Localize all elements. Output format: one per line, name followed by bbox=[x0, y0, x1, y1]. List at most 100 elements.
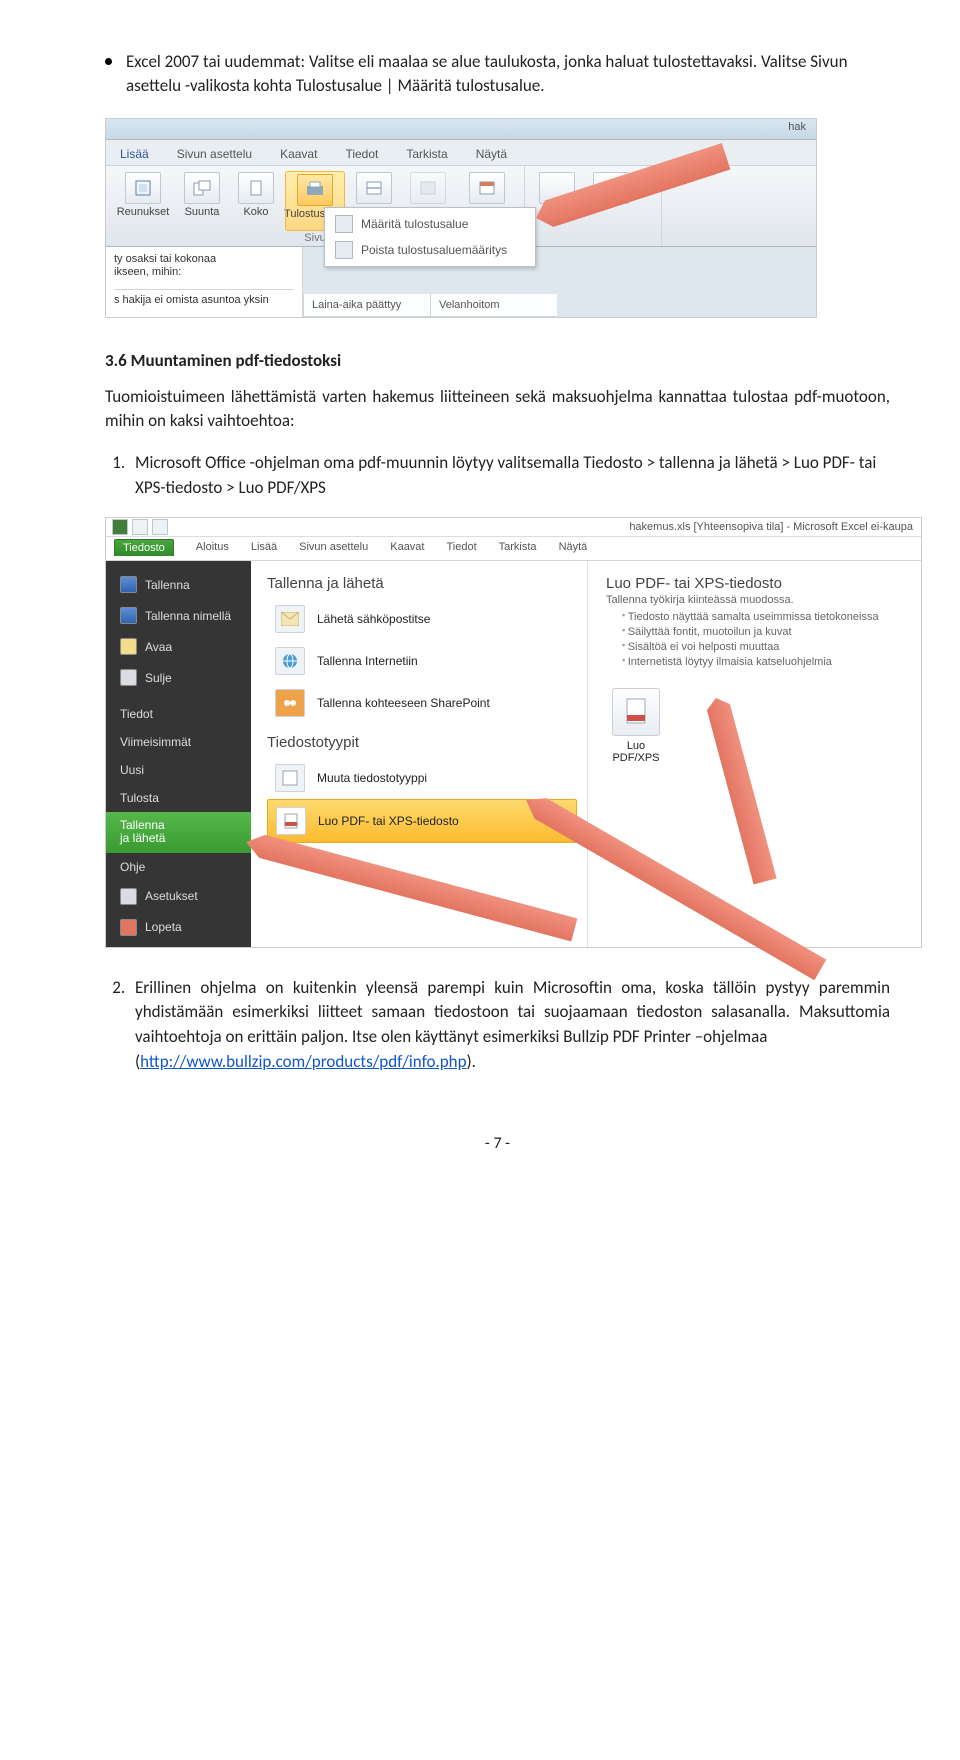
ribbon-tabs-2: Tiedosto Aloitus Lisää Sivun asettelu Ka… bbox=[106, 537, 921, 561]
save-icon bbox=[120, 576, 137, 593]
sidebar-label: Tulosta bbox=[120, 791, 159, 805]
bullet-dot-icon bbox=[105, 58, 112, 65]
sidebar-tiedot[interactable]: Tiedot bbox=[106, 693, 251, 728]
tab-lisaa[interactable]: Lisää bbox=[118, 144, 151, 165]
sidebar-label: Avaa bbox=[145, 640, 172, 654]
set-area-icon bbox=[335, 215, 353, 233]
bullet-text: Excel 2007 tai uudemmat: Valitse eli maa… bbox=[126, 50, 890, 98]
pdf-xps-icon bbox=[612, 688, 660, 736]
window-titlebar: hak bbox=[106, 119, 816, 140]
sidebar-label: Sulje bbox=[145, 671, 172, 685]
breaks-icon bbox=[356, 172, 392, 204]
tab-tarkista[interactable]: Tarkista bbox=[404, 144, 449, 165]
size-icon bbox=[238, 172, 274, 204]
tab-tarkista-2[interactable]: Tarkista bbox=[499, 539, 537, 556]
globe-icon bbox=[275, 647, 305, 675]
right-bullet-2: Säilyttää fontit, muotoilun ja kuvat bbox=[622, 625, 909, 640]
print-titles-icon bbox=[469, 172, 505, 204]
mid-heading-tallenna-laheta: Tallenna ja lähetä bbox=[267, 575, 577, 592]
opt-label: Tallenna kohteeseen SharePoint bbox=[317, 696, 490, 710]
suunta-label: Suunta bbox=[185, 207, 220, 219]
print-area-icon bbox=[297, 174, 333, 206]
luo-pdf-xps-button[interactable]: Luo PDF/XPS bbox=[606, 688, 666, 764]
bullzip-link[interactable]: http://www.bullzip.com/products/pdf/info… bbox=[140, 1051, 466, 1072]
koko-button[interactable]: Koko bbox=[232, 172, 280, 230]
mid-heading-tiedostotyypit: Tiedostotyypit bbox=[267, 734, 577, 751]
opt-label: Lähetä sähköpostitse bbox=[317, 612, 430, 626]
gear-icon bbox=[120, 888, 137, 905]
tab-sivun-asettelu[interactable]: Sivun asettelu bbox=[175, 144, 254, 165]
right-bullet-4: Internetistä löytyy ilmaisia katseluohje… bbox=[622, 655, 909, 670]
sidebar-label: Uusi bbox=[120, 763, 144, 777]
tab-tiedot-2[interactable]: Tiedot bbox=[446, 539, 476, 556]
pdf-icon bbox=[276, 807, 306, 835]
orientation-icon bbox=[184, 172, 220, 204]
background-icon bbox=[410, 172, 446, 204]
intro-paragraph: Tuomioistuimeen lähettämistä varten hake… bbox=[105, 385, 890, 434]
reunukset-button[interactable]: Reunukset bbox=[114, 172, 172, 230]
koko-label: Koko bbox=[243, 207, 268, 219]
sidebar-label: Tallenna nimellä bbox=[145, 609, 231, 623]
sidebar-label: Tallenna ja lähetä bbox=[120, 819, 165, 845]
sidebar-ohje[interactable]: Ohje bbox=[106, 853, 251, 881]
suunta-button[interactable]: Suunta bbox=[178, 172, 226, 230]
right-subtitle: Tallenna työkirja kiinteässä muodossa. bbox=[606, 594, 909, 606]
sidebar-tallenna-nimella[interactable]: Tallenna nimellä bbox=[106, 600, 251, 631]
titlebar-fragment: hak bbox=[788, 121, 806, 133]
right-bullet-1: Tiedosto näyttää samalta useimmissa tiet… bbox=[622, 610, 909, 625]
screenshot-excel-backstage: hakemus.xls [Yhteensopiva tila] - Micros… bbox=[105, 517, 922, 947]
tab-aloitus[interactable]: Aloitus bbox=[196, 539, 229, 556]
step2-text: Erillinen ohjelma on kuitenkin yleensä p… bbox=[135, 977, 890, 1047]
left-cell: ty osaksi tai kokonaa ikseen, mihin: s h… bbox=[106, 247, 303, 317]
tab-nayta[interactable]: Näytä bbox=[474, 144, 509, 165]
sidebar-avaa[interactable]: Avaa bbox=[106, 631, 251, 662]
menu-set-print-area[interactable]: Määritä tulostusalue bbox=[325, 211, 535, 237]
opt-sharepoint[interactable]: Tallenna kohteeseen SharePoint bbox=[267, 682, 577, 724]
screenshot-excel-ribbon: hak Lisää Sivun asettelu Kaavat Tiedot T… bbox=[105, 118, 817, 318]
tab-tiedot[interactable]: Tiedot bbox=[343, 144, 380, 165]
sidebar-asetukset[interactable]: Asetukset bbox=[106, 881, 251, 912]
tab-kaavat-2[interactable]: Kaavat bbox=[390, 539, 424, 556]
tab-nayta-2[interactable]: Näytä bbox=[559, 539, 588, 556]
sidebar-label: Ohje bbox=[120, 860, 145, 874]
sidebar-label: Viimeisimmät bbox=[120, 735, 191, 749]
tab-lisaa-2[interactable]: Lisää bbox=[251, 539, 277, 556]
right-heading: Luo PDF- tai XPS-tiedosto bbox=[606, 575, 909, 592]
sidebar-sulje[interactable]: Sulje bbox=[106, 662, 251, 693]
opt-email[interactable]: Lähetä sähköpostitse bbox=[267, 598, 577, 640]
backstage-sidebar: Tallenna Tallenna nimellä Avaa Sulje Tie… bbox=[106, 561, 251, 946]
sidebar-lopeta[interactable]: Lopeta bbox=[106, 912, 251, 943]
exit-icon bbox=[120, 919, 137, 936]
opt-change-type[interactable]: Muuta tiedostotyyppi bbox=[267, 757, 577, 799]
link-close: ). bbox=[467, 1051, 476, 1072]
sidebar-tulosta[interactable]: Tulosta bbox=[106, 784, 251, 812]
qat-undo-icon[interactable] bbox=[152, 519, 168, 535]
sidebar-uusi[interactable]: Uusi bbox=[106, 756, 251, 784]
numbered-list: Microsoft Office -ohjelman oma pdf-muunn… bbox=[105, 451, 890, 500]
margins-icon bbox=[125, 172, 161, 204]
backstage-main: Tallenna Tallenna nimellä Avaa Sulje Tie… bbox=[106, 561, 921, 946]
luo-pdf-xps-label: Luo PDF/XPS bbox=[606, 740, 666, 764]
list-item-1: Microsoft Office -ohjelman oma pdf-muunn… bbox=[129, 451, 890, 500]
tab-sivun-asettelu-2[interactable]: Sivun asettelu bbox=[299, 539, 368, 556]
tab-tiedosto[interactable]: Tiedosto bbox=[114, 539, 174, 556]
sidebar-tallenna[interactable]: Tallenna bbox=[106, 569, 251, 600]
sidebar-viimeisimmat[interactable]: Viimeisimmät bbox=[106, 728, 251, 756]
bullet-paragraph: Excel 2007 tai uudemmat: Valitse eli maa… bbox=[105, 50, 890, 98]
reunukset-label: Reunukset bbox=[117, 207, 170, 219]
tab-kaavat[interactable]: Kaavat bbox=[278, 144, 319, 165]
qat-save-icon[interactable] bbox=[132, 519, 148, 535]
open-icon bbox=[120, 638, 137, 655]
sidebar-tallenna-ja-laheta[interactable]: Tallenna ja lähetä bbox=[106, 812, 251, 852]
window-title: hakemus.xls [Yhteensopiva tila] - Micros… bbox=[629, 518, 913, 533]
opt-internet[interactable]: Tallenna Internetiin bbox=[267, 640, 577, 682]
sidebar-label: Tallenna bbox=[145, 578, 190, 592]
excel-icon bbox=[112, 519, 128, 535]
cell-text-3: s hakija ei omista asuntoa yksin bbox=[114, 289, 294, 307]
cell-velanhoitom: Velanhoitom bbox=[430, 294, 557, 317]
sidebar-label: Tiedot bbox=[120, 707, 153, 721]
heading-3-6: 3.6 Muuntaminen pdf-tiedostoksi bbox=[105, 350, 890, 371]
document-page: Excel 2007 tai uudemmat: Valitse eli maa… bbox=[0, 0, 960, 1193]
email-icon bbox=[275, 605, 305, 633]
opt-label: Luo PDF- tai XPS-tiedosto bbox=[318, 814, 459, 828]
